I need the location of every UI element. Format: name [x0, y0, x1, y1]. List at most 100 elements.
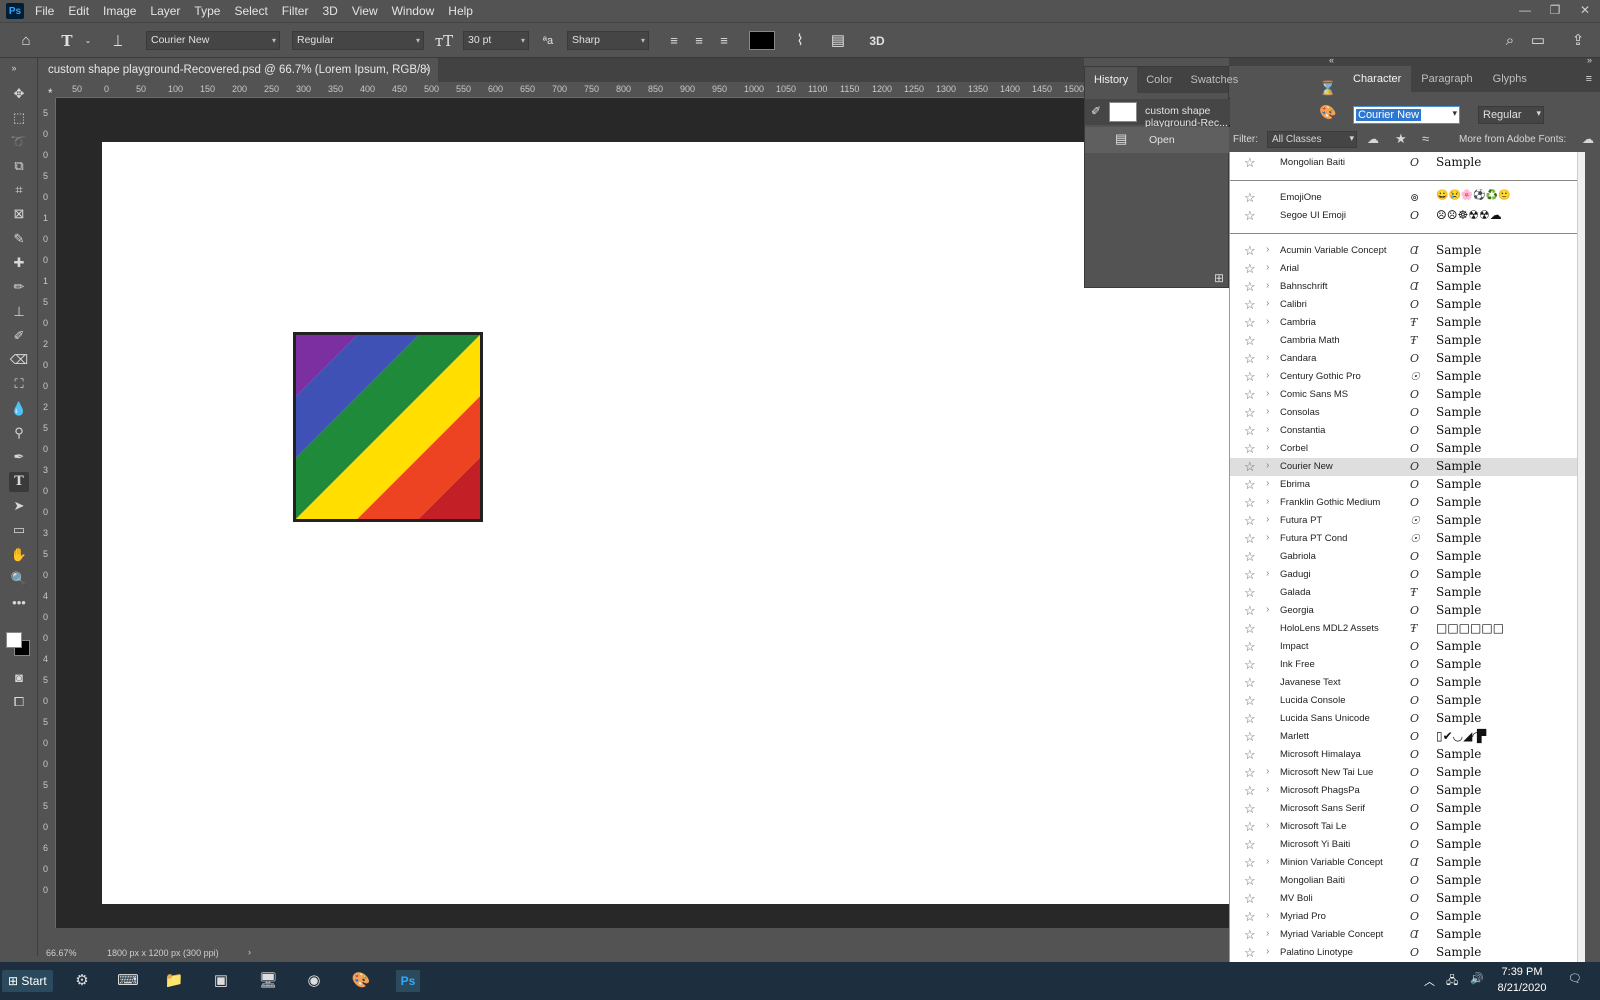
quick-mask-icon[interactable]: ◙	[9, 668, 29, 688]
menu-image[interactable]: Image	[96, 0, 143, 22]
warp-text-icon[interactable]: ⌇	[790, 31, 810, 51]
app-window-icon[interactable]: ▣	[209, 970, 233, 992]
list-item[interactable]: ☆ › Franklin Gothic Medium O Sample	[1230, 494, 1585, 512]
list-item[interactable]: ☆ EmojiOne ⊚ 😀😢🌸⚽♻️🙂	[1230, 189, 1585, 207]
list-item[interactable]: ☆ › Ebrima O Sample	[1230, 476, 1585, 494]
list-item[interactable]: ☆ › Comic Sans MS O Sample	[1230, 386, 1585, 404]
star-icon[interactable]: ☆	[1244, 261, 1256, 277]
tab-paragraph[interactable]: Paragraph	[1411, 66, 1482, 92]
list-item[interactable]: ☆ › Calibri O Sample	[1230, 296, 1585, 314]
pen-tool-icon[interactable]: ✒	[9, 447, 29, 467]
history-snapshot-row[interactable]: ✐ custom shape playground-Rec...	[1085, 99, 1230, 129]
list-item[interactable]: ☆ Microsoft Himalaya O Sample	[1230, 746, 1585, 764]
chevron-right-icon[interactable]: ›	[1266, 532, 1269, 543]
keyboard-icon[interactable]: ⌨	[116, 970, 140, 992]
align-right-icon[interactable]: ≡	[714, 31, 734, 51]
chrome-icon[interactable]: ◉	[302, 970, 326, 992]
character-panel-toggle-icon[interactable]: ▤	[828, 31, 848, 51]
list-item[interactable]: ☆ › Microsoft New Tai Lue O Sample	[1230, 764, 1585, 782]
star-icon[interactable]: ☆	[1244, 819, 1256, 835]
list-item[interactable]: ☆ Marlett O ▯✔︎◡◢◜▛	[1230, 728, 1585, 746]
chevron-right-icon[interactable]: ›	[1266, 946, 1269, 957]
star-icon[interactable]: ☆	[1244, 477, 1256, 493]
star-icon[interactable]: ☆	[1244, 711, 1256, 727]
3d-button[interactable]: 3D	[864, 31, 890, 51]
font-family-select[interactable]: Courier New ▾	[146, 31, 280, 50]
list-item[interactable]: ☆ › Candara O Sample	[1230, 350, 1585, 368]
list-item[interactable]: ☆ › Palatino Linotype O Sample	[1230, 944, 1585, 962]
star-icon[interactable]: ☆	[1244, 513, 1256, 529]
character-style-select[interactable]: Regular ▾	[1478, 106, 1544, 124]
type-tool-icon[interactable]: T	[9, 472, 29, 492]
list-item[interactable]: ☆ Lucida Console O Sample	[1230, 692, 1585, 710]
star-icon[interactable]: ☆	[1244, 369, 1256, 385]
file-explorer-icon[interactable]: 📁	[162, 970, 186, 992]
menu-view[interactable]: View	[345, 0, 385, 22]
star-icon[interactable]: ☆	[1244, 945, 1256, 961]
chevron-right-icon[interactable]: ›	[1266, 856, 1269, 867]
star-icon[interactable]: ☆	[1244, 190, 1256, 206]
blur-tool-icon[interactable]: 💧	[9, 399, 29, 419]
list-item[interactable]: ☆ › Corbel O Sample	[1230, 440, 1585, 458]
star-icon[interactable]: ☆	[1244, 495, 1256, 511]
star-icon[interactable]: ☆	[1244, 297, 1256, 313]
chevron-right-icon[interactable]: ›	[1266, 910, 1269, 921]
dodge-tool-icon[interactable]: ⚲	[9, 423, 29, 443]
star-icon[interactable]: ☆	[1244, 531, 1256, 547]
list-item[interactable]: ☆ › Bahnschrift Ɑ Sample	[1230, 278, 1585, 296]
chevron-right-icon[interactable]: ›	[1266, 784, 1269, 795]
star-icon[interactable]: ☆	[1244, 279, 1256, 295]
list-item[interactable]: ☆ Gabriola O Sample	[1230, 548, 1585, 566]
eyedropper-tool-icon[interactable]: ✎	[9, 229, 29, 249]
menu-help[interactable]: Help	[441, 0, 480, 22]
list-item[interactable]: ☆ Microsoft Sans Serif O Sample	[1230, 800, 1585, 818]
menu-type[interactable]: Type	[187, 0, 227, 22]
foreground-color-swatch[interactable]	[6, 632, 22, 648]
star-icon[interactable]: ☆	[1244, 927, 1256, 943]
move-tool-icon[interactable]: ✥	[9, 84, 29, 104]
type-tool-preset-icon[interactable]: T	[57, 31, 77, 51]
star-icon[interactable]: ☆	[1244, 243, 1256, 259]
tab-color[interactable]: Color	[1137, 67, 1181, 93]
list-item[interactable]: ☆ Mongolian Baiti O Sample	[1230, 872, 1585, 890]
chevron-right-icon[interactable]: ›	[1266, 568, 1269, 579]
text-orientation-icon[interactable]: ⟘	[108, 31, 128, 51]
menu-layer[interactable]: Layer	[143, 0, 187, 22]
star-icon[interactable]: ☆	[1244, 585, 1256, 601]
list-item[interactable]: ☆ › Microsoft PhagsPa O Sample	[1230, 782, 1585, 800]
align-left-icon[interactable]: ≡	[664, 31, 684, 51]
start-button[interactable]: ⊞ Start	[2, 970, 53, 992]
favorites-filter-icon[interactable]: ★	[1395, 131, 1407, 147]
star-icon[interactable]: ☆	[1244, 441, 1256, 457]
star-icon[interactable]: ☆	[1244, 315, 1256, 331]
filter-class-select[interactable]: All Classes ▾	[1267, 131, 1357, 148]
list-item[interactable]: ☆ Impact O Sample	[1230, 638, 1585, 656]
star-icon[interactable]: ☆	[1244, 333, 1256, 349]
star-icon[interactable]: ☆	[1244, 837, 1256, 853]
star-icon[interactable]: ☆	[1244, 208, 1256, 224]
settings-icon[interactable]: ⚙	[70, 970, 94, 992]
tab-glyphs[interactable]: Glyphs	[1483, 66, 1537, 92]
chevron-right-icon[interactable]: ›	[1266, 316, 1269, 327]
panel-menu-icon[interactable]: ≡	[1586, 73, 1592, 85]
chevron-right-icon[interactable]: ›	[1266, 928, 1269, 939]
star-icon[interactable]: ☆	[1244, 387, 1256, 403]
list-item[interactable]: ☆ MV Boli O Sample	[1230, 890, 1585, 908]
chevron-right-icon[interactable]: ›	[1266, 460, 1269, 471]
new-snapshot-icon[interactable]: ⊞	[1214, 271, 1224, 285]
list-item[interactable]: ☆ › Georgia O Sample	[1230, 602, 1585, 620]
list-item[interactable]: ☆ Cambria Math Ŧ Sample	[1230, 332, 1585, 350]
adobe-fonts-link-icon[interactable]: ☁	[1582, 132, 1594, 146]
chevron-right-icon[interactable]: ›	[1266, 604, 1269, 615]
chevron-right-icon[interactable]: ›	[1266, 370, 1269, 381]
star-icon[interactable]: ☆	[1244, 765, 1256, 781]
notifications-icon[interactable]: 🗨	[1568, 972, 1582, 985]
list-item[interactable]: ☆ › Myriad Variable Concept Ɑ Sample	[1230, 926, 1585, 944]
list-item[interactable]: ☆ › Futura PT Cond ☉ Sample	[1230, 530, 1585, 548]
expand-icon[interactable]: »	[1587, 55, 1592, 65]
align-center-icon[interactable]: ≡	[689, 31, 709, 51]
list-item[interactable]: ☆ › Futura PT ☉ Sample	[1230, 512, 1585, 530]
close-tab-icon[interactable]: ×	[423, 58, 430, 82]
font-list-scrollbar[interactable]	[1577, 152, 1585, 962]
chevron-right-icon[interactable]: ›	[1266, 406, 1269, 417]
